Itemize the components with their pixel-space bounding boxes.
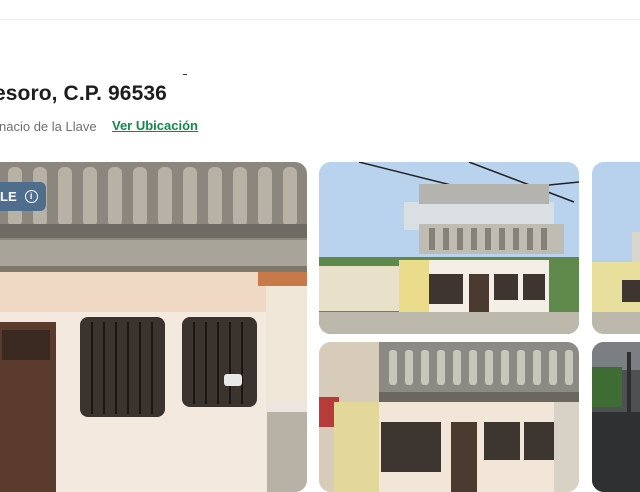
listing-location: nacio de la Llave [0, 119, 97, 134]
view-location-link[interactable]: Ver Ubicación [112, 118, 198, 133]
decorative-dot [183, 74, 187, 75]
gallery-photo-2[interactable] [319, 162, 579, 334]
gallery-photo-3[interactable] [592, 162, 640, 334]
badge-label: LE [0, 189, 17, 204]
gallery-photo-4[interactable] [319, 342, 579, 492]
gallery-photo-5[interactable] [592, 342, 640, 492]
top-navigation-bar [0, 0, 640, 20]
info-icon[interactable]: i [24, 190, 38, 203]
listing-status-badge[interactable]: LE i [0, 182, 46, 211]
listing-title: esoro, C.P. 96536 [0, 82, 167, 105]
main-photo[interactable] [0, 162, 307, 492]
